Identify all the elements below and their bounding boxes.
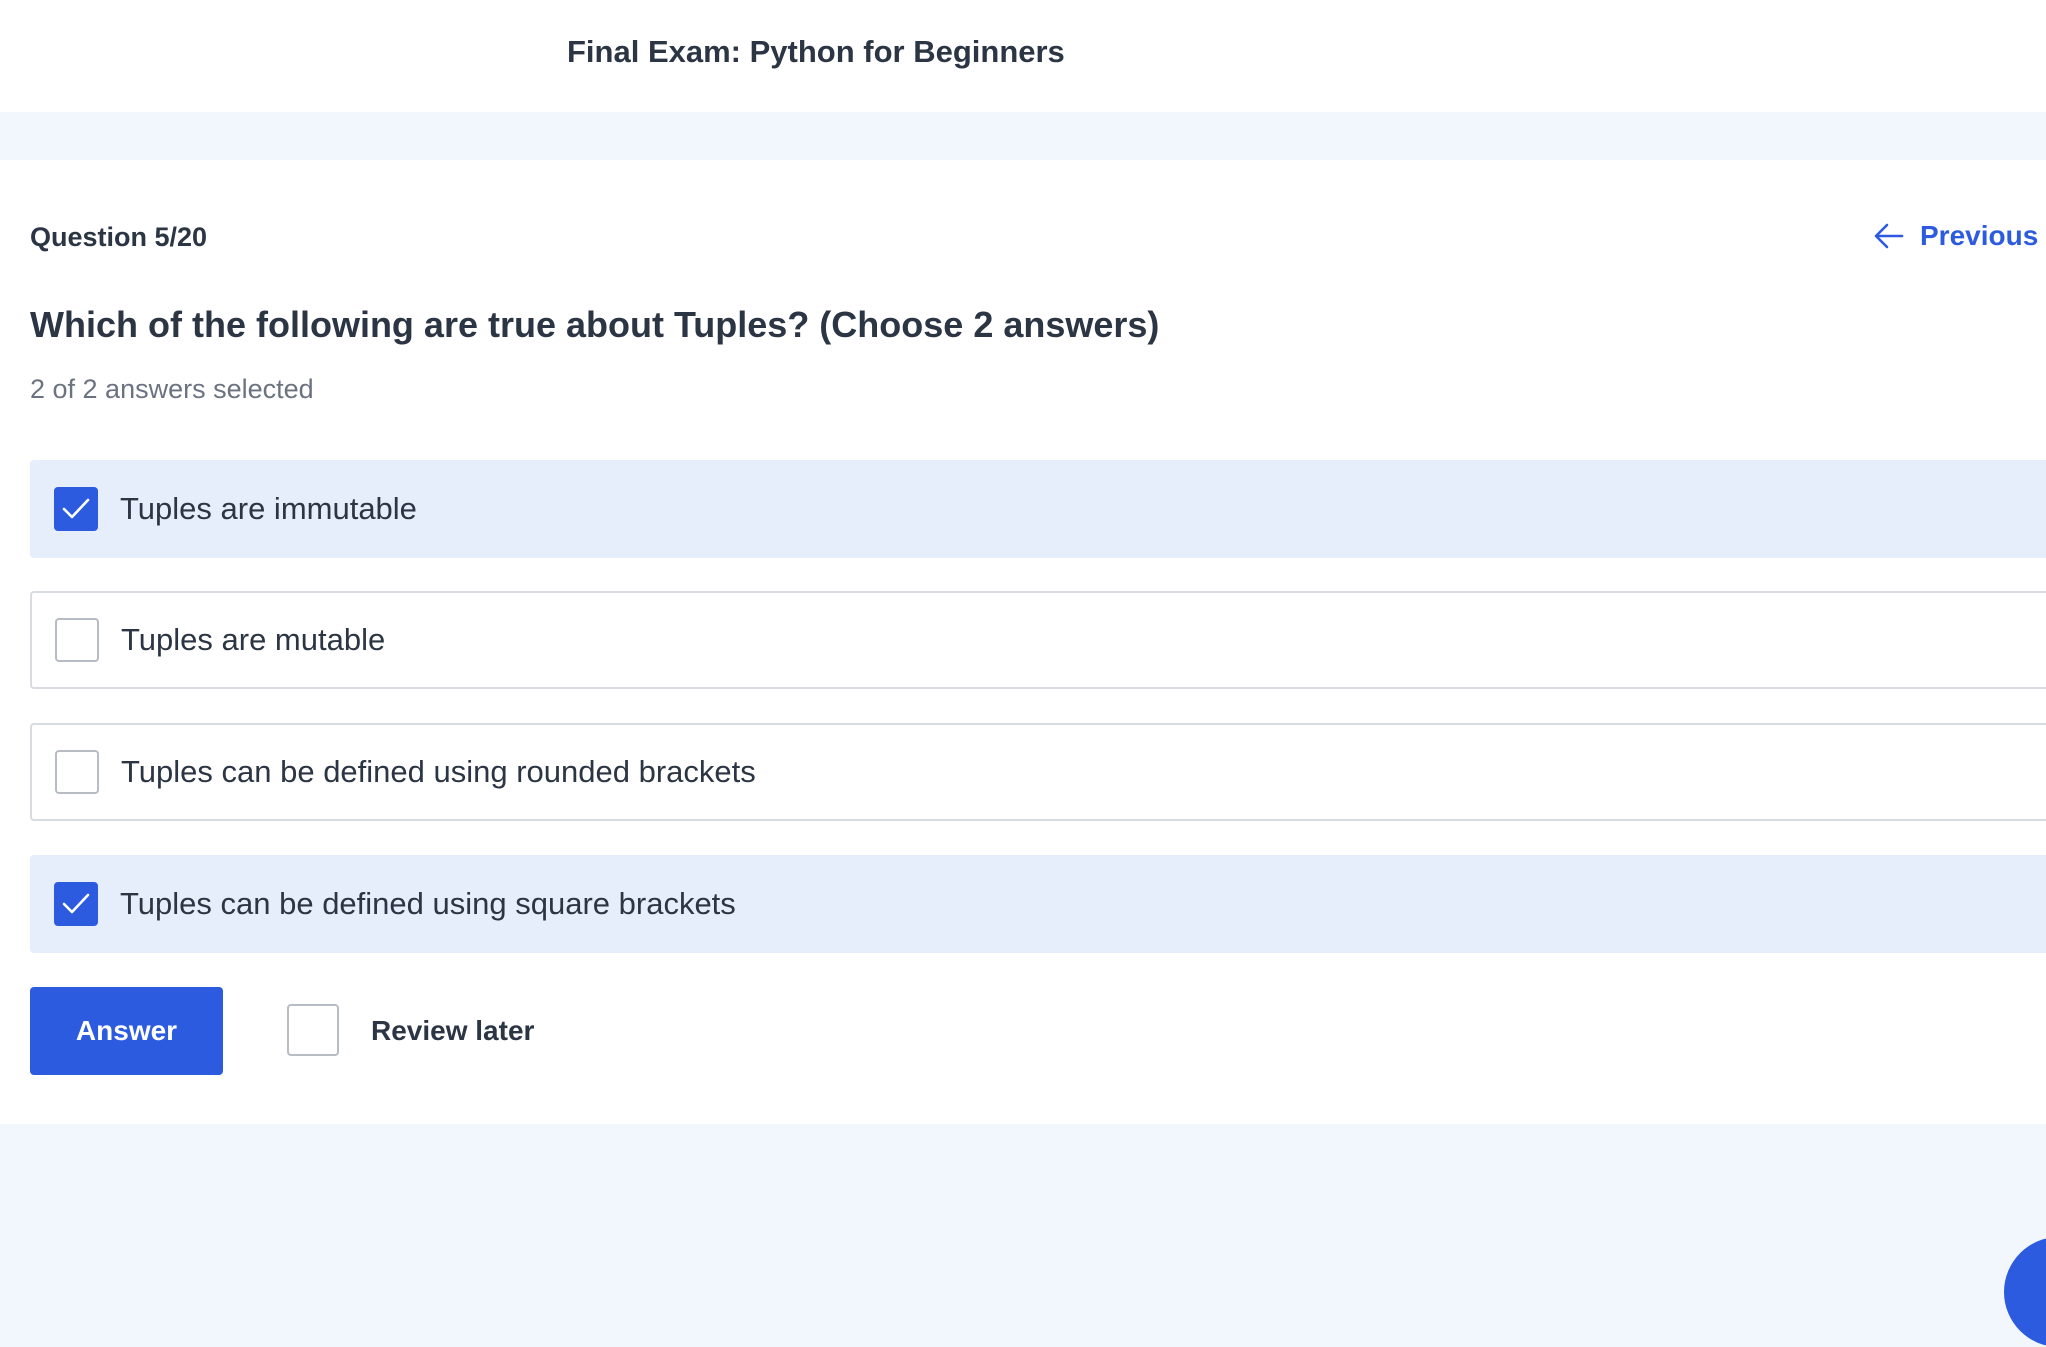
question-counter: Question 5/20 — [30, 222, 208, 252]
floating-action-button[interactable] — [2004, 1237, 2046, 1347]
answer-option-4[interactable]: Tuples can be defined using square brack… — [30, 855, 2046, 953]
checkbox-unchecked[interactable] — [55, 618, 99, 662]
previous-button[interactable]: Previous — [1874, 216, 2038, 256]
answer-option-label: Tuples are immutable — [120, 491, 417, 526]
question-panel: Question 5/20 Previous Which of the foll… — [0, 160, 2046, 1124]
exam-title: Final Exam: Python for Beginners — [567, 34, 1065, 69]
answer-option-label: Tuples can be defined using square brack… — [120, 886, 736, 921]
review-later-checkbox[interactable] — [287, 1004, 339, 1056]
checkbox-checked[interactable] — [54, 882, 98, 926]
answer-button[interactable]: Answer — [30, 987, 223, 1075]
answer-option-1[interactable]: Tuples are immutable — [30, 460, 2046, 558]
checkbox-checked[interactable] — [54, 487, 98, 531]
answer-option-2[interactable]: Tuples are mutable — [30, 591, 2046, 689]
selection-status: 2 of 2 answers selected — [30, 374, 314, 404]
answer-option-3[interactable]: Tuples can be defined using rounded brac… — [30, 723, 2046, 821]
arrow-left-icon — [1874, 223, 1904, 249]
checkmark-icon — [62, 893, 90, 914]
answer-option-label: Tuples are mutable — [121, 622, 386, 657]
answer-option-label: Tuples can be defined using rounded brac… — [121, 754, 756, 789]
exam-header: Final Exam: Python for Beginners — [0, 0, 2046, 112]
checkmark-icon — [62, 498, 90, 519]
checkbox-unchecked[interactable] — [55, 750, 99, 794]
previous-label: Previous — [1920, 220, 2039, 251]
question-text: Which of the following are true about Tu… — [30, 304, 1160, 345]
review-later-label[interactable]: Review later — [371, 1015, 534, 1047]
